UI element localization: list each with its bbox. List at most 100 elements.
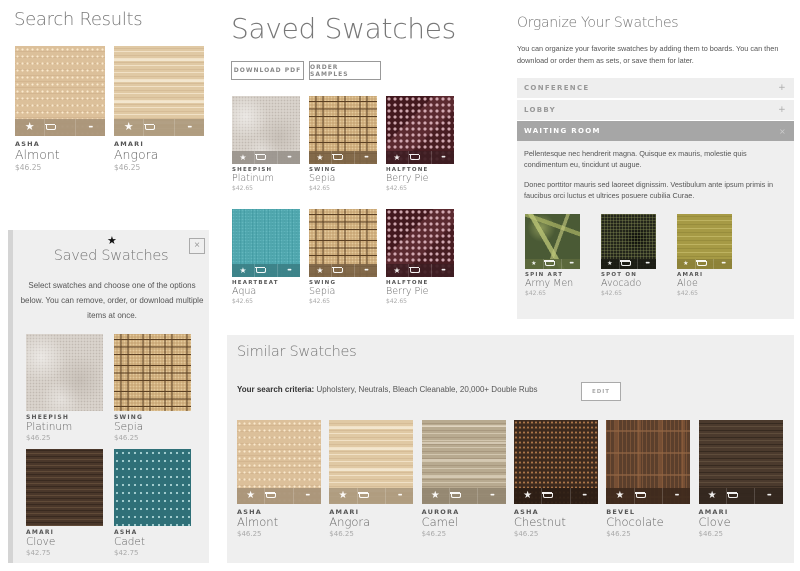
add-to-cart-button[interactable] (542, 259, 562, 269)
swatch-card[interactable]: ★ ••• ASHA Almont $46.25 (237, 420, 321, 538)
swatch-name[interactable]: Platinum (232, 173, 300, 185)
add-to-cart-button[interactable] (254, 151, 277, 164)
more-options-button[interactable]: ••• (477, 488, 505, 504)
swatch-image[interactable]: ★ ••• (309, 96, 377, 164)
swatch-image[interactable]: ★ ••• (606, 420, 691, 504)
favorite-button[interactable]: ★ (677, 259, 695, 269)
swatch-card[interactable]: ★ ••• AMARI Aloe $42.65 (677, 214, 732, 297)
add-to-cart-button[interactable] (725, 488, 754, 504)
add-to-cart-button[interactable] (408, 264, 431, 277)
swatch-name[interactable]: Chocolate (606, 515, 690, 530)
favorite-button[interactable]: ★ (422, 488, 449, 504)
order-samples-button[interactable]: ORDER SAMPLES (309, 61, 381, 80)
swatch-image[interactable] (26, 334, 103, 411)
favorite-button[interactable]: ★ (232, 151, 254, 164)
download-pdf-button[interactable]: DOWNLOAD PDF (231, 61, 304, 80)
swatch-card[interactable]: ★ ••• BEVEL Chocolate $46.25 (606, 420, 691, 538)
swatch-image[interactable]: ★ ••• (114, 46, 204, 136)
swatch-name[interactable]: Camel (422, 515, 506, 530)
more-options-button[interactable]: ••• (637, 259, 656, 269)
swatch-card[interactable]: SWING Sepia $46.25 (114, 334, 191, 442)
swatch-image[interactable]: ★ ••• (386, 96, 454, 164)
favorite-button[interactable]: ★ (699, 488, 726, 504)
swatch-card[interactable]: ASHA Cadet $42.75 (114, 449, 191, 557)
add-to-cart-button[interactable] (448, 488, 477, 504)
swatch-image[interactable]: ★ ••• (677, 214, 732, 269)
more-options-button[interactable]: ••• (431, 151, 454, 164)
swatch-card[interactable]: ★ ••• AMARI Clove $46.25 (698, 420, 783, 538)
swatch-card[interactable]: ★ ••• AMARI Angora $46.25 (329, 420, 414, 538)
swatch-name[interactable]: Sepia (309, 173, 377, 185)
swatch-image[interactable]: ★ ••• (421, 420, 506, 504)
more-options-button[interactable]: ••• (277, 151, 300, 164)
swatch-card[interactable]: SHEEPISH Platinum $46.25 (26, 334, 103, 442)
add-to-cart-button[interactable] (541, 488, 569, 504)
swatch-name[interactable]: Clove (699, 515, 783, 530)
favorite-button[interactable]: ★ (114, 119, 143, 136)
more-options-button[interactable]: ••• (354, 264, 377, 277)
board-lobby[interactable]: LOBBY + (517, 100, 794, 120)
favorite-button[interactable]: ★ (232, 264, 254, 277)
board-waiting-room[interactable]: WAITING ROOM × (517, 121, 794, 141)
swatch-image[interactable] (114, 449, 191, 526)
swatch-image[interactable] (114, 334, 191, 411)
swatch-card[interactable]: ★ ••• SPOT ON Avocado $42.65 (601, 214, 656, 297)
swatch-image[interactable]: ★ ••• (232, 209, 300, 277)
favorite-button[interactable]: ★ (309, 151, 331, 164)
more-options-button[interactable]: ••• (74, 119, 105, 136)
favorite-button[interactable]: ★ (15, 119, 44, 136)
swatch-card[interactable]: ★ ••• AURORA Camel $46.25 (421, 420, 506, 538)
swatch-name[interactable]: Cadet (114, 536, 191, 549)
swatch-image[interactable]: ★ ••• (601, 214, 656, 269)
more-options-button[interactable]: ••• (292, 488, 321, 504)
swatch-card[interactable]: ★ ••• SHEEPISH Platinum $42.65 (232, 96, 300, 192)
add-to-cart-button[interactable] (254, 264, 277, 277)
more-options-button[interactable]: ••• (277, 264, 300, 277)
swatch-name[interactable]: Sepia (114, 421, 191, 434)
add-to-cart-button[interactable] (633, 488, 662, 504)
swatch-name[interactable]: Aloe (677, 278, 732, 290)
swatch-name[interactable]: Almont (237, 515, 321, 530)
swatch-card[interactable]: ★ ••• HALFTONE Berry Pie $42.65 (386, 96, 454, 192)
favorite-button[interactable]: ★ (386, 151, 408, 164)
favorite-button[interactable]: ★ (514, 488, 541, 504)
swatch-name[interactable]: Angora (329, 515, 413, 530)
swatch-image[interactable]: ★ ••• (386, 209, 454, 277)
swatch-card[interactable]: ★ ••• SWING Sepia $42.65 (309, 96, 377, 192)
more-options-button[interactable]: ••• (173, 119, 204, 136)
swatch-name[interactable]: Sepia (309, 286, 377, 298)
favorite-button[interactable]: ★ (606, 488, 633, 504)
favorite-button[interactable]: ★ (601, 259, 619, 269)
swatch-name[interactable]: Avocado (601, 278, 656, 290)
add-to-cart-button[interactable] (356, 488, 385, 504)
more-options-button[interactable]: ••• (661, 488, 690, 504)
swatch-card[interactable]: ★ ••• ASHA Chestnut $46.25 (513, 420, 598, 538)
swatch-name[interactable]: Almont (15, 147, 105, 163)
favorite-button[interactable]: ★ (525, 259, 543, 269)
add-to-cart-button[interactable] (331, 264, 354, 277)
swatch-card[interactable]: AMARI Clove $42.75 (26, 449, 103, 557)
swatch-image[interactable]: ★ ••• (513, 420, 598, 504)
swatch-image[interactable]: ★ ••• (15, 46, 105, 136)
swatch-name[interactable]: Aqua (232, 286, 300, 298)
add-to-cart-button[interactable] (331, 151, 354, 164)
add-to-cart-button[interactable] (408, 151, 431, 164)
swatch-image[interactable]: ★ ••• (309, 209, 377, 277)
more-options-button[interactable]: ••• (569, 488, 598, 504)
swatch-name[interactable]: Chestnut (514, 515, 598, 530)
add-to-cart-button[interactable] (264, 488, 292, 504)
add-to-cart-button[interactable] (44, 119, 74, 136)
swatch-card[interactable]: ★ ••• SPIN ART Army Men $42.65 (525, 214, 580, 297)
more-options-button[interactable]: ••• (354, 151, 377, 164)
swatch-name[interactable]: Angora (114, 147, 204, 163)
swatch-image[interactable]: ★ ••• (237, 420, 321, 504)
swatch-name[interactable]: Berry Pie (386, 286, 454, 298)
swatch-card[interactable]: ★ ••• HALFTONE Berry Pie $42.65 (386, 209, 454, 305)
swatch-name[interactable]: Clove (26, 536, 103, 549)
more-options-button[interactable]: ••• (384, 488, 413, 504)
add-to-cart-button[interactable] (143, 119, 173, 136)
favorite-button[interactable]: ★ (386, 264, 408, 277)
edit-criteria-button[interactable]: EDIT (581, 382, 621, 401)
favorite-button[interactable]: ★ (329, 488, 356, 504)
swatch-card[interactable]: ★ ••• ASHA Almont $46.25 (15, 46, 105, 172)
